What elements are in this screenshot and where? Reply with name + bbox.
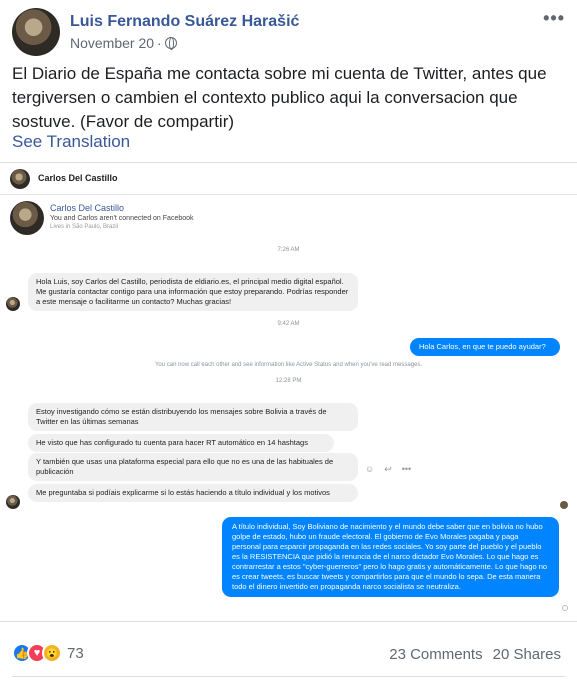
see-translation-link[interactable]: See Translation	[12, 132, 130, 152]
post-meta: November 20 ·	[70, 35, 177, 51]
contact-avatar-small	[10, 169, 30, 189]
reply-icon[interactable]: ↩	[384, 464, 392, 475]
comments-count-link[interactable]: 23 Comments	[389, 646, 482, 663]
outgoing-message: A título individual, Soy Boliviano de na…	[222, 517, 559, 597]
footer-divider	[12, 676, 565, 677]
contact-name: Carlos Del Castillo	[50, 203, 125, 213]
shares-count-link[interactable]: 20 Shares	[493, 646, 561, 663]
author-avatar[interactable]	[12, 8, 60, 56]
sent-indicator	[562, 605, 568, 611]
incoming-message: Me preguntaba si podíais explicarme si l…	[28, 484, 358, 502]
message-actions: ☺ ↩ •••	[365, 464, 411, 475]
timestamp: 12:28 PM	[275, 378, 302, 384]
incoming-message: Hola Luis, soy Carlos del Castillo, peri…	[28, 273, 358, 311]
author-name[interactable]: Luis Fernando Suárez Harašić	[70, 13, 299, 31]
post-header: Luis Fernando Suárez Harašić November 20…	[12, 8, 565, 58]
conversation-title: Carlos Del Castillo	[38, 173, 118, 183]
timestamp: 9:42 AM	[277, 321, 300, 327]
incoming-message: Y también que usas una plataforma especi…	[28, 453, 358, 481]
globe-icon[interactable]	[164, 37, 177, 50]
post-date[interactable]: November 20	[70, 35, 154, 51]
outgoing-message: Hola Carlos, en que te puedo ayudar?	[410, 338, 560, 356]
seen-avatar	[560, 501, 568, 509]
conversation-header: Carlos Del Castillo	[0, 163, 577, 195]
post-text: El Diario de España me contacta sobre mi…	[12, 64, 547, 131]
reactions-summary[interactable]: 👍 ♥ 😮 73	[12, 643, 84, 663]
incoming-message: Estoy investigando cómo se están distrib…	[28, 403, 358, 431]
connection-notice: You can now call each other and see info…	[154, 362, 423, 368]
smiley-icon[interactable]: ☺	[365, 464, 374, 475]
reaction-count[interactable]: 73	[67, 645, 84, 662]
lives-in-text: Lives in São Paulo, Brazil	[50, 224, 119, 230]
wow-icon: 😮	[42, 643, 62, 663]
meta-separator: ·	[157, 35, 162, 51]
incoming-message: He visto que has configurado tu cuenta p…	[28, 434, 334, 452]
sender-avatar	[6, 297, 20, 311]
more-options-icon[interactable]: •••	[543, 8, 565, 29]
not-connected-text: You and Carlos aren't connected on Faceb…	[50, 215, 194, 222]
messenger-screenshot: Carlos Del Castillo Carlos Del Castillo …	[0, 162, 577, 622]
post-footer: 👍 ♥ 😮 73 23 Comments 20 Shares	[12, 641, 565, 667]
contact-avatar	[10, 201, 44, 235]
timestamp: 7:26 AM	[277, 247, 300, 253]
engagement-counts: 23 Comments 20 Shares	[389, 646, 561, 663]
sender-avatar	[6, 495, 20, 509]
more-icon[interactable]: •••	[402, 464, 411, 475]
